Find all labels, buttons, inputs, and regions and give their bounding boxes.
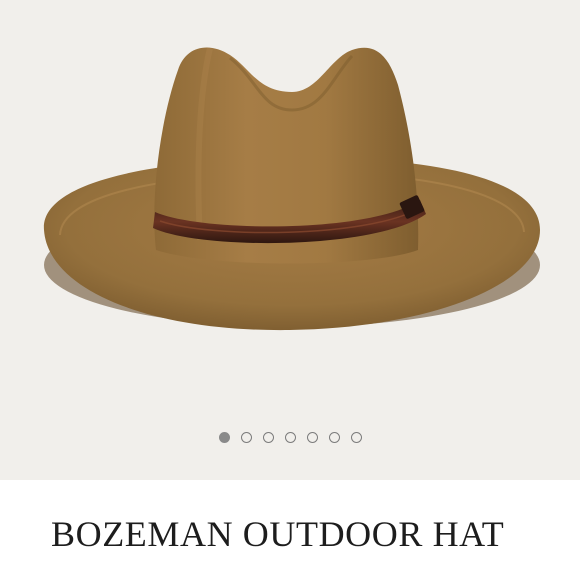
carousel-dot-7[interactable] [350, 432, 362, 443]
carousel-pagination [0, 432, 580, 443]
carousel-dot-6[interactable] [328, 432, 340, 443]
carousel-dot-3[interactable] [262, 432, 274, 443]
carousel-dot-4[interactable] [284, 432, 296, 443]
product-title: BOZEMAN OUTDOOR HAT [51, 514, 505, 554]
carousel-dot-2[interactable] [240, 432, 252, 443]
product-image-carousel[interactable] [0, 0, 580, 480]
carousel-dot-1[interactable] [218, 432, 230, 443]
carousel-dot-5[interactable] [306, 432, 318, 443]
hat-product-image[interactable] [0, 0, 580, 420]
